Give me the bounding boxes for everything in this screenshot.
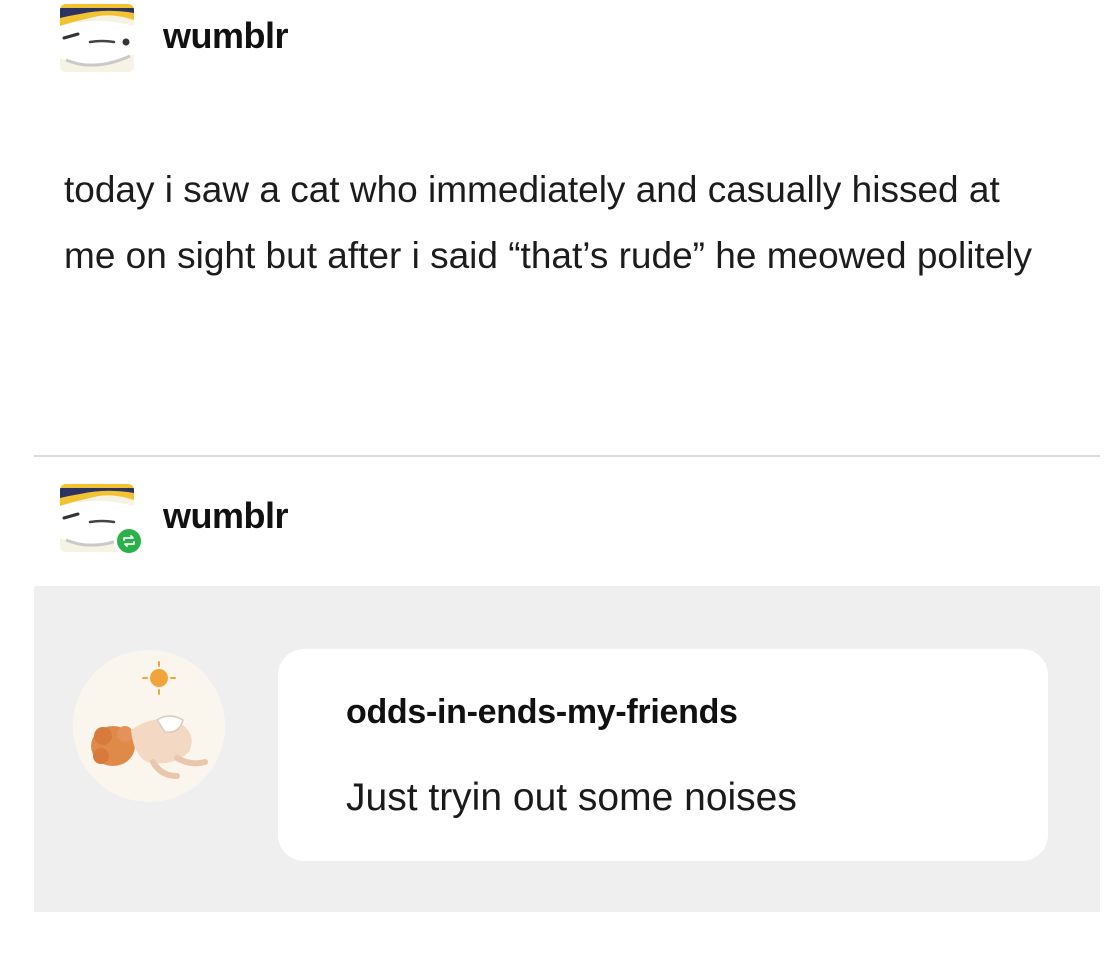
reply-avatar-image <box>73 650 225 802</box>
post-body: today i saw a cat who immediately and ca… <box>64 169 1032 276</box>
reply-bubble: odds-in-ends-my-friends Just tryin out s… <box>278 649 1048 861</box>
reblog-header: wumblr <box>60 484 289 556</box>
post-header: wumblr <box>60 4 289 74</box>
user-avatar[interactable] <box>60 4 136 74</box>
reblog-user-avatar[interactable] <box>60 484 144 556</box>
reply-text: Just tryin out some noises <box>346 776 797 819</box>
reply-container: odds-in-ends-my-friends Just tryin out s… <box>34 586 1100 912</box>
post-divider <box>34 455 1100 457</box>
reply-user-avatar[interactable] <box>73 650 225 802</box>
reblog-username[interactable]: wumblr <box>163 495 289 537</box>
reply-username[interactable]: odds-in-ends-my-friends <box>346 693 738 732</box>
post-username[interactable]: wumblr <box>163 15 289 57</box>
reblog-icon <box>114 526 144 556</box>
avatar-image <box>60 4 134 72</box>
